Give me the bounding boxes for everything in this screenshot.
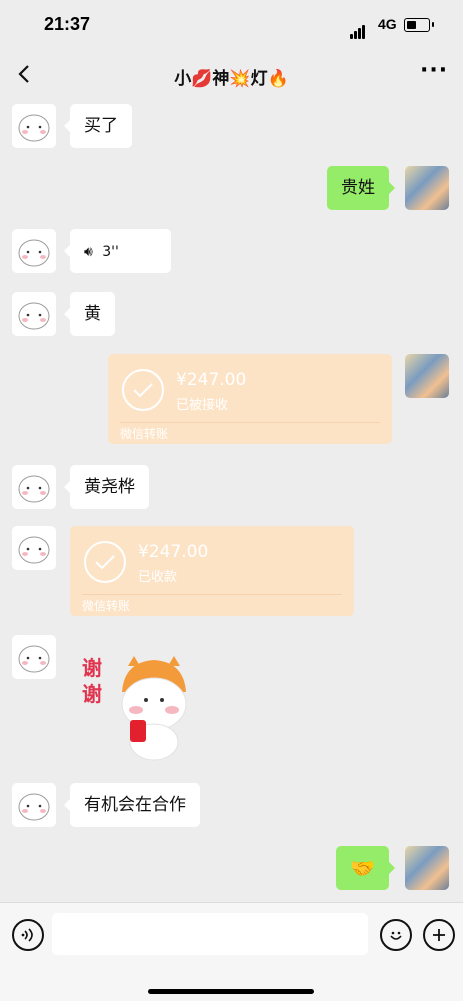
divider xyxy=(82,594,342,595)
chat-header: 小💋神💥灯🔥 ··· xyxy=(0,52,463,98)
avatar[interactable] xyxy=(12,465,56,509)
message-emoji[interactable]: 🤝 xyxy=(336,846,395,890)
transfer-amount: ¥247.00 xyxy=(138,542,209,562)
avatar[interactable] xyxy=(405,354,449,398)
chat-title: 小💋神💥灯🔥 xyxy=(174,69,289,89)
transfer-amount: ¥247.00 xyxy=(176,370,247,390)
avatar[interactable] xyxy=(12,292,56,336)
voice-wave-icon: 🔊︎ xyxy=(84,244,93,260)
transfer-status: 已收款 xyxy=(138,570,178,585)
emoji-icon[interactable] xyxy=(380,919,412,951)
transfer-brand: 微信转账 xyxy=(120,427,169,441)
home-indicator xyxy=(148,989,314,994)
sticker-message[interactable]: 谢 谢 xyxy=(78,648,198,768)
transfer-brand: 微信转账 xyxy=(82,599,131,613)
sticker-text-top: 谢 xyxy=(82,656,102,680)
transfer-card[interactable]: ¥247.00 已被接收 微信转账 xyxy=(108,354,392,444)
avatar[interactable] xyxy=(405,166,449,210)
transfer-card[interactable]: ¥247.00 已收款 微信转账 xyxy=(70,526,354,616)
voice-duration: 3'' xyxy=(102,244,119,260)
voice-message[interactable]: 🔊︎ 3'' xyxy=(64,229,171,273)
message-text[interactable]: 有机会在合作 xyxy=(64,783,200,827)
voice-input-icon[interactable] xyxy=(12,919,44,951)
message-text[interactable]: 买了 xyxy=(64,104,132,148)
avatar[interactable] xyxy=(12,229,56,273)
avatar[interactable] xyxy=(12,783,56,827)
sticker-text-bottom: 谢 xyxy=(82,682,102,706)
more-button[interactable]: ··· xyxy=(420,58,448,83)
status-time: 21:37 xyxy=(44,14,91,34)
divider xyxy=(120,422,380,423)
avatar[interactable] xyxy=(12,104,56,148)
message-input[interactable] xyxy=(52,913,368,955)
avatar[interactable] xyxy=(12,635,56,679)
check-circle-icon xyxy=(122,369,164,411)
avatar[interactable] xyxy=(405,846,449,890)
message-text[interactable]: 贵姓 xyxy=(327,166,395,210)
check-circle-icon xyxy=(84,541,126,583)
status-bar: 21:37 4G xyxy=(0,0,463,52)
signal-icon xyxy=(350,20,366,39)
message-text[interactable]: 黄 xyxy=(64,292,115,336)
battery-icon xyxy=(404,18,434,32)
input-bar xyxy=(0,902,463,1001)
transfer-status: 已被接收 xyxy=(176,398,229,413)
cat-sticker-icon xyxy=(121,656,187,761)
plus-icon[interactable] xyxy=(423,919,455,951)
network-label: 4G xyxy=(378,16,397,32)
avatar[interactable] xyxy=(12,526,56,570)
message-text[interactable]: 黄尧桦 xyxy=(64,465,149,509)
